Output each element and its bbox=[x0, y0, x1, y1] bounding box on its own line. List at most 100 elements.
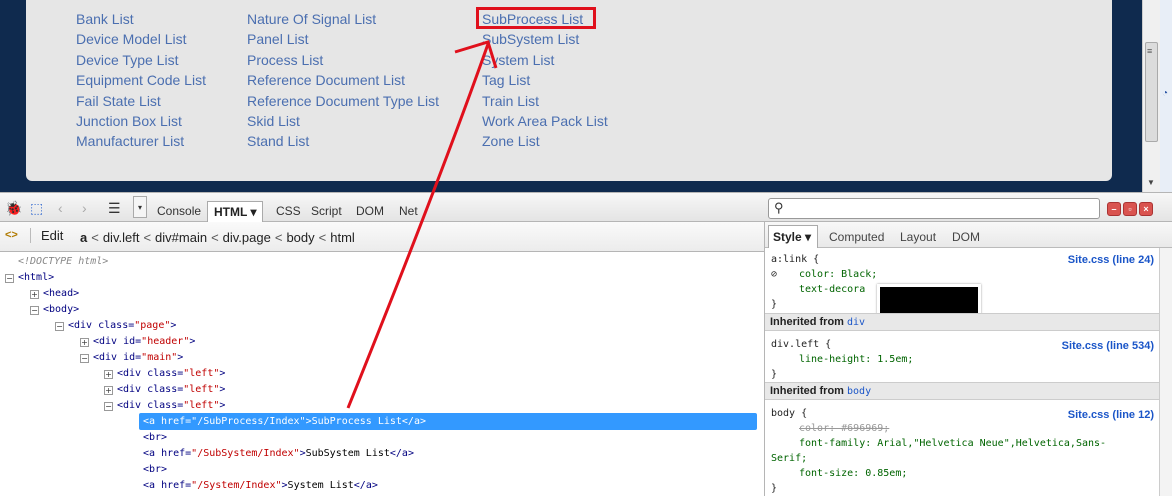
expand-toggle-icon: + bbox=[80, 338, 89, 347]
side-panel-tabs: Style ▾ Computed Layout DOM bbox=[765, 222, 1172, 248]
link-work-area-pack-list[interactable]: Work Area Pack List bbox=[482, 111, 608, 131]
breadcrumb-item-div-left[interactable]: div.left bbox=[103, 230, 140, 245]
link-system-list[interactable]: System List bbox=[482, 50, 608, 70]
side-tab-dom[interactable]: DOM bbox=[952, 230, 980, 244]
link-manufacturer-list[interactable]: Manufacturer List bbox=[76, 131, 206, 151]
edge-glyph-icon: ◔ bbox=[1162, 88, 1169, 99]
link-process-list[interactable]: Process List bbox=[247, 50, 439, 70]
link-tag-list[interactable]: Tag List bbox=[482, 70, 608, 90]
css-rule-selector[interactable]: a:link { bbox=[771, 254, 819, 265]
inherited-header: Inherited from div bbox=[765, 313, 1159, 331]
scroll-down-arrow-icon[interactable]: ▼ bbox=[1147, 178, 1155, 187]
tab-html[interactable]: HTML ▾ bbox=[207, 201, 264, 223]
side-panel-scrollbar[interactable] bbox=[1159, 248, 1172, 496]
link-panel-list[interactable]: Panel List bbox=[247, 29, 439, 49]
css-property-wrap: Serif; bbox=[771, 453, 808, 464]
menu-list-icon[interactable]: ☰ bbox=[108, 200, 121, 217]
link-bank-list[interactable]: Bank List bbox=[76, 9, 206, 29]
breadcrumb-item-html[interactable]: html bbox=[330, 230, 355, 245]
tab-script[interactable]: Script bbox=[311, 204, 342, 218]
back-arrow-icon[interactable]: ‹ bbox=[58, 200, 63, 216]
minimize-button[interactable]: – bbox=[1107, 202, 1121, 216]
side-tab-layout[interactable]: Layout bbox=[900, 230, 936, 244]
link-zone-list[interactable]: Zone List bbox=[482, 131, 608, 151]
link-junction-box-list[interactable]: Junction Box List bbox=[76, 111, 206, 131]
link-stand-list[interactable]: Stand List bbox=[247, 131, 439, 151]
forward-arrow-icon[interactable]: › bbox=[82, 200, 87, 216]
breadcrumb-bar: <> Edit a < div.left < div#main < div.page < bod… bbox=[0, 222, 764, 252]
edit-button[interactable]: Edit bbox=[30, 228, 63, 243]
link-nature-of-signal-list[interactable]: Nature Of Signal List bbox=[247, 9, 439, 29]
firebug-toolbar: 🐞 ⬚ ‹ › ☰ ▾ Console HTML ▾ CSS Script DO… bbox=[0, 192, 1172, 223]
tab-net[interactable]: Net bbox=[399, 204, 418, 218]
link-device-model-list[interactable]: Device Model List bbox=[76, 29, 206, 49]
link-column-2: Nature Of Signal List Panel List Process… bbox=[247, 9, 439, 152]
breadcrumb-item-div-page[interactable]: div.page bbox=[223, 230, 271, 245]
panel-dropdown-button[interactable]: ▾ bbox=[133, 196, 147, 218]
highlight-annotation-box bbox=[476, 7, 596, 29]
link-train-list[interactable]: Train List bbox=[482, 91, 608, 111]
style-side-panel: Style ▾ Computed Layout DOM a:link { Sit… bbox=[764, 222, 1172, 496]
css-property[interactable]: text-decora bbox=[799, 284, 865, 295]
css-property[interactable]: color: Black; bbox=[799, 269, 877, 280]
inspect-element-icon[interactable]: ⬚ bbox=[30, 200, 43, 217]
tab-dom[interactable]: DOM bbox=[356, 204, 384, 218]
collapse-toggle-icon: − bbox=[55, 322, 64, 331]
css-property-overridden[interactable]: color: #696969; bbox=[799, 423, 889, 434]
tab-html-label: HTML bbox=[214, 205, 248, 219]
scrollbar-grip-icon: ≡ bbox=[1147, 46, 1153, 56]
tree-node-head[interactable]: + <head> bbox=[30, 286, 79, 302]
tree-node-div-page[interactable]: − <div class="page"> bbox=[55, 318, 176, 334]
inspect-toggle-icon[interactable]: <> bbox=[5, 229, 18, 241]
link-fail-state-list[interactable]: Fail State List bbox=[76, 91, 206, 111]
search-input[interactable]: ⚲ bbox=[768, 198, 1100, 219]
collapse-toggle-icon: − bbox=[30, 306, 39, 315]
tree-node-doctype: <!DOCTYPE html> bbox=[18, 256, 109, 267]
breadcrumb-item-body[interactable]: body bbox=[286, 230, 314, 245]
firebug-icon[interactable]: 🐞 bbox=[5, 200, 22, 217]
css-rule-close: } bbox=[771, 483, 778, 494]
tree-node-br[interactable]: <br> bbox=[143, 430, 167, 446]
scrollbar-thumb[interactable] bbox=[1145, 42, 1158, 142]
css-source-link[interactable]: Site.css (line 534) bbox=[1062, 340, 1154, 352]
link-device-type-list[interactable]: Device Type List bbox=[76, 50, 206, 70]
tree-node-a-subprocess[interactable]: <a href="/SubProcess/Index">SubProcess L… bbox=[143, 414, 426, 430]
css-rule-selector[interactable]: div.left { bbox=[771, 339, 831, 350]
tree-node-a-subsystem[interactable]: <a href="/SubSystem/Index">SubSystem Lis… bbox=[143, 446, 414, 462]
tree-node-html[interactable]: − <html> bbox=[5, 270, 54, 286]
tree-node-div-left-3[interactable]: − <div class="left"> bbox=[104, 398, 225, 414]
collapse-toggle-icon: − bbox=[80, 354, 89, 363]
link-skid-list[interactable]: Skid List bbox=[247, 111, 439, 131]
css-property[interactable]: font-size: 0.85em; bbox=[799, 468, 907, 479]
link-reference-document-list[interactable]: Reference Document List bbox=[247, 70, 439, 90]
close-button[interactable]: × bbox=[1139, 202, 1153, 216]
side-tab-computed[interactable]: Computed bbox=[829, 230, 884, 244]
link-reference-document-type-list[interactable]: Reference Document Type List bbox=[247, 91, 439, 111]
css-property[interactable]: font-family: Arial,"Helvetica Neue",Helv… bbox=[799, 438, 1106, 449]
css-disable-icon[interactable]: ⊘ bbox=[771, 269, 777, 280]
breadcrumb-item-div-main[interactable]: div#main bbox=[155, 230, 207, 245]
expand-toggle-icon: + bbox=[104, 370, 113, 379]
css-source-link[interactable]: Site.css (line 24) bbox=[1068, 254, 1154, 266]
css-property[interactable]: line-height: 1.5em; bbox=[799, 354, 913, 365]
collapse-toggle-icon: − bbox=[104, 402, 113, 411]
detach-button[interactable]: ▫ bbox=[1123, 202, 1137, 216]
tree-node-div-main[interactable]: − <div id="main"> bbox=[80, 350, 183, 366]
tree-node-br[interactable]: <br> bbox=[143, 462, 167, 478]
screen: Bank List Device Model List Device Type … bbox=[0, 0, 1172, 496]
tree-node-div-header[interactable]: + <div id="header"> bbox=[80, 334, 195, 350]
link-subsystem-list[interactable]: SubSystem List bbox=[482, 29, 608, 49]
tree-node-div-left-1[interactable]: + <div class="left"> bbox=[104, 366, 225, 382]
search-icon: ⚲ bbox=[774, 200, 784, 215]
side-tab-style[interactable]: Style ▾ bbox=[768, 225, 819, 248]
tree-node-a-system[interactable]: <a href="/System/Index">System List</a> bbox=[143, 478, 378, 494]
css-source-link[interactable]: Site.css (line 12) bbox=[1068, 409, 1154, 421]
link-equipment-code-list[interactable]: Equipment Code List bbox=[76, 70, 206, 90]
css-rule-selector[interactable]: body { bbox=[771, 408, 807, 419]
tree-node-body[interactable]: − <body> bbox=[30, 302, 79, 318]
collapse-toggle-icon: − bbox=[5, 274, 14, 283]
tree-node-div-left-2[interactable]: + <div class="left"> bbox=[104, 382, 225, 398]
tab-console[interactable]: Console bbox=[157, 204, 201, 218]
tab-css[interactable]: CSS bbox=[276, 204, 301, 218]
page-scrollbar[interactable]: ≡ ▼ bbox=[1142, 0, 1160, 192]
